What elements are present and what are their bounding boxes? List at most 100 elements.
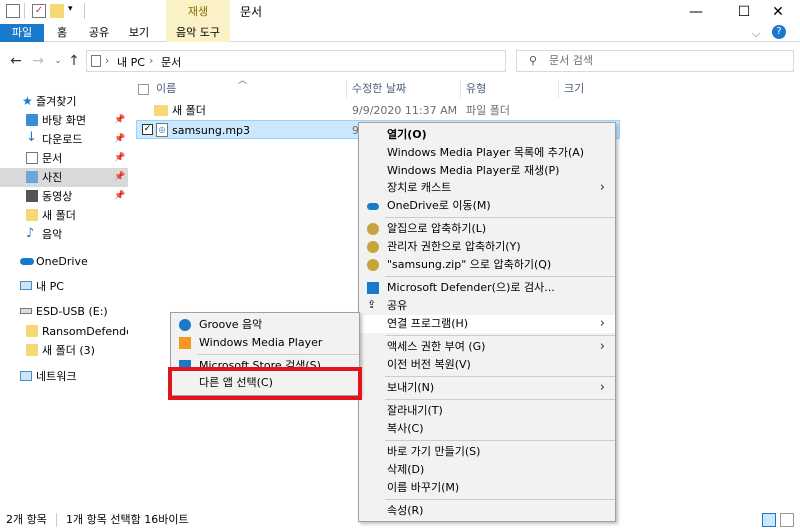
menu-separator xyxy=(197,354,359,355)
music-icon: ♪ xyxy=(26,226,35,241)
search-input[interactable]: ⚲ 문서 검색 xyxy=(516,50,794,72)
divider xyxy=(56,513,57,527)
folder-icon xyxy=(26,325,38,337)
menu-zip-named[interactable]: "samsung.zip" 으로 압축하기(Q) xyxy=(359,256,615,274)
nav-item-downloads[interactable]: ↓ 다운로드 📌 xyxy=(0,130,128,149)
pc-icon xyxy=(91,55,101,67)
menu-open-with[interactable]: 연결 프로그램(H) › xyxy=(359,315,615,333)
menu-give-access[interactable]: 액세스 권한 부여 (G) › xyxy=(359,338,615,356)
submenu-wmp[interactable]: Windows Media Player xyxy=(171,334,359,352)
breadcrumb-this-pc[interactable]: 내 PC xyxy=(117,54,145,70)
properties-quick-icon[interactable] xyxy=(6,4,20,18)
desktop-icon xyxy=(26,114,38,126)
menu-separator xyxy=(385,217,615,218)
ribbon-tabs xyxy=(0,24,800,42)
menu-defender[interactable]: Microsoft Defender(으)로 검사... xyxy=(359,279,615,297)
chevron-right-icon: › xyxy=(599,380,605,395)
search-icon: ⚲ xyxy=(529,54,538,67)
nav-onedrive[interactable]: OneDrive xyxy=(0,252,128,271)
cloud-icon xyxy=(20,258,34,265)
column-divider[interactable] xyxy=(558,80,559,98)
nav-item-new-folder[interactable]: 새 폴더 xyxy=(0,206,128,225)
pin-icon: 📌 xyxy=(114,134,126,144)
tool-tab-header: 재생 xyxy=(166,0,230,24)
breadcrumb-documents[interactable]: 문서 xyxy=(161,54,181,70)
menu-rename[interactable]: 이름 바꾸기(M) xyxy=(359,479,615,497)
menu-separator xyxy=(385,499,615,500)
tab-share[interactable]: 공유 xyxy=(84,24,114,42)
nav-item-videos[interactable]: 동영상 📌 xyxy=(0,187,128,206)
nav-usb-folder[interactable]: RansomDefenderBa xyxy=(0,322,128,341)
menu-wmp-play[interactable]: Windows Media Player로 재생(P) xyxy=(359,162,615,180)
file-type: 파일 폴더 xyxy=(466,104,510,117)
divider xyxy=(24,3,25,19)
select-all-checkbox[interactable] xyxy=(138,84,149,95)
nav-item-desktop[interactable]: 바탕 화면 📌 xyxy=(0,111,128,130)
audio-file-icon: ◎ xyxy=(156,123,168,137)
details-view-icon[interactable] xyxy=(762,513,776,527)
folder-icon xyxy=(26,344,38,356)
forward-arrow-icon[interactable]: → xyxy=(30,52,46,70)
recent-dropdown-icon[interactable]: ⌄ xyxy=(50,52,66,70)
menu-open[interactable]: 열기(O) xyxy=(359,126,615,144)
menu-create-shortcut[interactable]: 바로 가기 만들기(S) xyxy=(359,443,615,461)
nav-item-documents[interactable]: 문서 📌 xyxy=(0,149,128,168)
folder-icon xyxy=(26,209,38,221)
menu-share[interactable]: ⇪ 공유 xyxy=(359,297,615,315)
menu-send-to[interactable]: 보내기(N) › xyxy=(359,379,615,397)
column-divider[interactable] xyxy=(460,80,461,98)
menu-cast[interactable]: 장치로 캐스트 › xyxy=(359,179,615,197)
nav-usb-drive[interactable]: ESD-USB (E:) xyxy=(0,302,128,321)
back-arrow-icon[interactable]: ← xyxy=(8,52,24,70)
file-row-folder[interactable]: 새 폴더 9/9/2020 11:37 AM 파일 폴더 xyxy=(136,101,620,120)
menu-wmp-add[interactable]: Windows Media Player 목록에 추가(A) xyxy=(359,144,615,162)
menu-alzip[interactable]: 알집으로 압축하기(L) xyxy=(359,220,615,238)
divider xyxy=(84,3,85,19)
nav-quick-access[interactable]: ★ 즐겨찾기 xyxy=(0,92,128,111)
menu-separator xyxy=(385,440,615,441)
quick-access-dropdown-icon[interactable]: ▾ xyxy=(68,4,73,14)
chevron-right-icon: › xyxy=(599,316,605,331)
menu-copy[interactable]: 복사(C) xyxy=(359,420,615,438)
folder-icon xyxy=(154,105,168,116)
close-button[interactable]: ✕ xyxy=(756,0,800,24)
checkmark-quick-icon[interactable]: ✓ xyxy=(32,4,46,18)
column-header-size[interactable]: 크기 xyxy=(564,80,584,98)
row-checkbox[interactable]: ✓ xyxy=(142,124,153,135)
ribbon-collapse-icon[interactable]: ⌵ xyxy=(752,27,760,41)
menu-cut[interactable]: 잘라내기(T) xyxy=(359,402,615,420)
context-menu: 열기(O) Windows Media Player 목록에 추가(A) Win… xyxy=(358,122,616,522)
media-player-icon xyxy=(179,337,191,349)
nav-item-pictures[interactable]: 사진 📌 xyxy=(0,168,128,187)
minimize-button[interactable]: — xyxy=(674,0,718,24)
navigation-pane: ★ 즐겨찾기 바탕 화면 📌 ↓ 다운로드 📌 문서 📌 사진 📌 동영상 📌 새 폴더 ♪ 음… xyxy=(0,82,130,512)
new-folder-quick-icon[interactable] xyxy=(50,4,64,18)
nav-usb-folder[interactable]: 새 폴더 (3) xyxy=(0,341,128,360)
submenu-groove[interactable]: Groove 음악 xyxy=(171,316,359,334)
help-icon[interactable]: ? xyxy=(772,25,786,39)
pin-icon: 📌 xyxy=(114,115,126,125)
pc-icon xyxy=(20,281,32,290)
column-header-name[interactable]: 이름 xyxy=(156,80,176,98)
nav-this-pc[interactable]: 내 PC xyxy=(0,277,128,296)
nav-network[interactable]: 네트워크 xyxy=(0,367,128,386)
menu-delete[interactable]: 삭제(D) xyxy=(359,461,615,479)
tab-music-tools[interactable]: 음악 도구 xyxy=(166,24,230,42)
pin-icon: 📌 xyxy=(114,172,126,182)
search-placeholder: 문서 검색 xyxy=(549,54,593,67)
up-arrow-icon[interactable]: ↑ xyxy=(66,52,82,70)
large-icons-view-icon[interactable] xyxy=(780,513,794,527)
picture-icon xyxy=(26,171,38,183)
menu-properties[interactable]: 속성(R) xyxy=(359,502,615,520)
menu-onedrive-move[interactable]: OneDrive로 이동(M) xyxy=(359,197,615,215)
column-header-type[interactable]: 유형 xyxy=(466,80,486,98)
tab-view[interactable]: 보기 xyxy=(124,24,154,42)
menu-restore[interactable]: 이전 버전 복원(V) xyxy=(359,356,615,374)
menu-admin-zip[interactable]: 관리자 권한으로 압축하기(Y) xyxy=(359,238,615,256)
tab-file[interactable]: 파일 xyxy=(0,24,44,42)
address-bar[interactable]: › 내 PC › 문서 xyxy=(86,50,506,72)
tab-home[interactable]: 홈 xyxy=(50,24,74,42)
column-header-modified[interactable]: 수정한 날짜 xyxy=(352,80,406,98)
nav-item-music[interactable]: ♪ 음악 xyxy=(0,225,128,244)
column-divider[interactable] xyxy=(346,80,347,98)
